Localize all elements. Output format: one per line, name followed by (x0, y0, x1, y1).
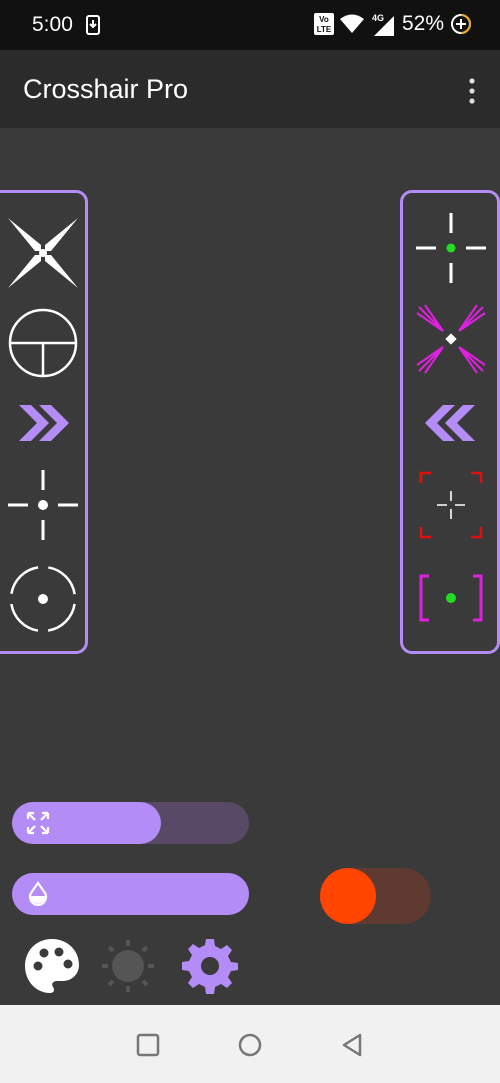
green-dot-cross-icon[interactable] (411, 208, 491, 288)
cell-signal-icon: 4G (372, 13, 394, 36)
size-slider[interactable] (12, 802, 249, 844)
cross-dot-crosshair-icon[interactable] (3, 465, 83, 545)
volte-icon: Vo LTE (313, 13, 334, 35)
opacity-drop-icon (28, 881, 48, 906)
download-notification-icon (86, 15, 100, 35)
overflow-menu-icon[interactable] (466, 78, 478, 104)
wifi-icon (339, 14, 364, 33)
toggle-knob (320, 868, 376, 924)
home-button-icon[interactable] (236, 1031, 264, 1059)
x-crosshair-icon[interactable] (3, 213, 83, 293)
recents-button-icon[interactable] (134, 1031, 162, 1059)
chevron-right-double-icon[interactable] (3, 383, 83, 463)
app-bar: Crosshair Pro (0, 50, 500, 128)
scope-crosshair-icon[interactable] (3, 303, 83, 383)
back-button-icon[interactable] (338, 1031, 366, 1059)
resize-arrows-icon (26, 811, 50, 835)
magenta-x-crosshair-icon[interactable] (411, 299, 491, 379)
battery-saver-icon (451, 14, 471, 34)
dashed-circle-crosshair-icon[interactable] (3, 559, 83, 639)
svg-text:Vo: Vo (319, 15, 329, 24)
status-bar: 5:00 Vo LTE 4G 52% (0, 0, 500, 50)
crosshair-panel-right (400, 190, 500, 654)
status-time: 5:00 (32, 13, 73, 36)
brightness-icon[interactable] (98, 936, 158, 996)
battery-percent: 52% (401, 12, 444, 35)
chevron-left-double-icon[interactable] (411, 383, 491, 463)
settings-gear-icon[interactable] (180, 936, 240, 996)
system-nav-bar (0, 1005, 500, 1083)
crosshair-panel-left (0, 190, 88, 654)
app-title: Crosshair Pro (23, 74, 189, 104)
magenta-brackets-green-dot-icon[interactable] (411, 558, 491, 638)
opacity-slider[interactable] (12, 873, 249, 915)
svg-text:4G: 4G (372, 13, 384, 23)
crosshair-toggle[interactable] (320, 868, 431, 924)
svg-text:LTE: LTE (317, 25, 332, 34)
palette-icon[interactable] (22, 936, 82, 996)
red-brackets-crosshair-icon[interactable] (411, 465, 491, 545)
